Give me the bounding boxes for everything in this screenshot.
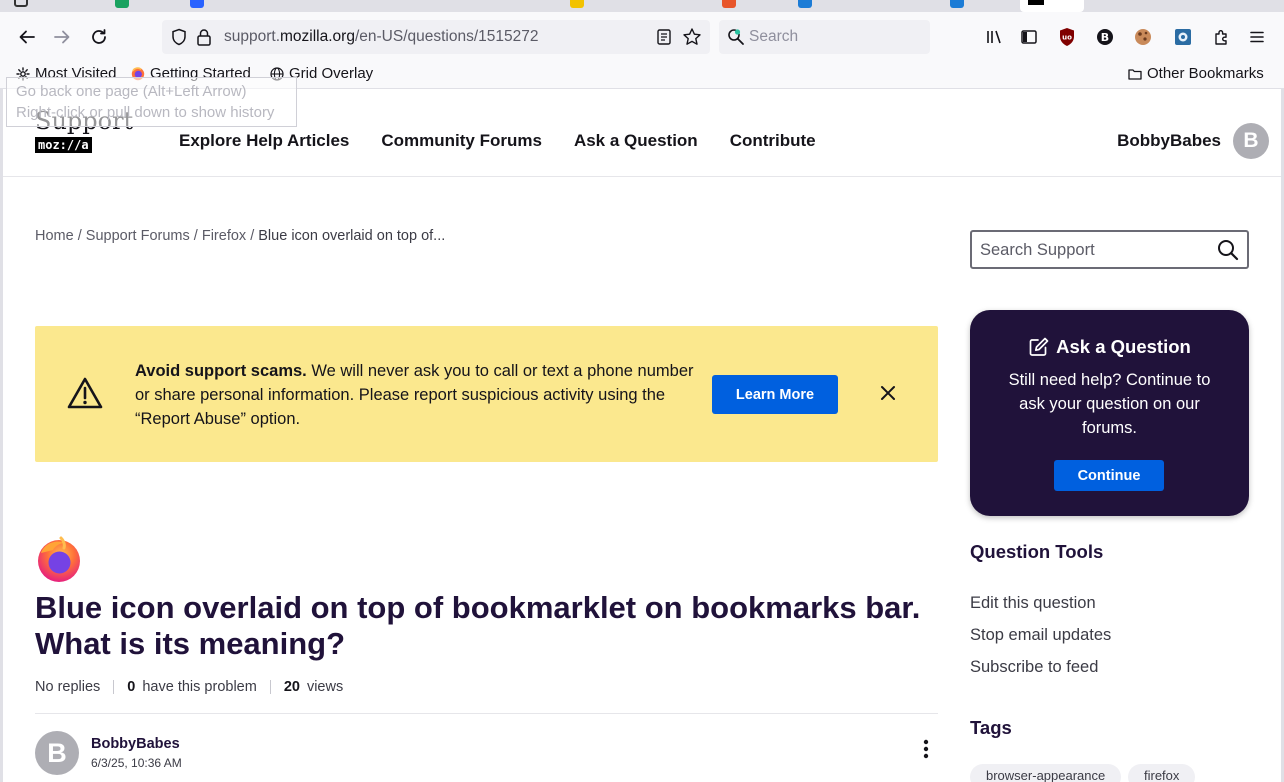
username[interactable]: BobbyBabes [1117,131,1221,151]
edit-pencil-icon [1029,337,1049,356]
question-meta: No replies 0 have this problem 20 views [35,679,343,695]
breadcrumb: Home / Support Forums / Firefox / Blue i… [35,228,446,244]
breadcrumb-firefox[interactable]: Firefox [202,228,246,244]
problem-count: 0 [127,679,136,695]
active-tab[interactable] [1020,0,1084,12]
question-title: Blue icon overlaid on top of bookmarklet… [35,590,921,661]
back-button-tooltip: Go back one page (Alt+Left Arrow) Right-… [6,77,297,127]
lock-icon[interactable] [196,28,212,46]
breadcrumb-support-forums[interactable]: Support Forums [86,228,190,244]
nav-explore-help-articles[interactable]: Explore Help Articles [179,131,349,151]
kebab-menu-icon [923,739,929,759]
browser-search-bar[interactable] [719,20,930,54]
tab-favicon[interactable] [950,0,964,8]
browser-search-input[interactable] [749,26,919,48]
folder-icon [1128,68,1142,80]
user-menu[interactable]: BobbyBabes B [1117,123,1269,159]
extensions-puzzle-icon[interactable] [1210,26,1232,48]
arrow-left-icon [19,30,35,44]
views-count: 20 [283,679,300,695]
tab-favicon[interactable] [570,0,584,8]
ask-card-header: Ask a Question [970,336,1249,358]
post-date: 6/3/25, 10:36 AM [91,756,182,770]
back-button[interactable] [12,22,42,52]
avatar[interactable]: B [1233,123,1269,159]
question-tools-title: Question Tools [970,541,1104,562]
edit-question-link[interactable]: Edit this question [970,594,1096,613]
tab-favicon[interactable] [722,0,736,8]
tab-favicon[interactable] [190,0,204,8]
banner-message: Avoid support scams. We will never ask y… [135,362,694,428]
search-icon [728,29,744,45]
problem-label: have this problem [142,679,257,695]
ask-card-title: Ask a Question [1056,336,1191,357]
bookmark-star-icon[interactable] [682,27,702,47]
tag-firefox[interactable]: firefox [1128,764,1196,782]
screenshot-extension-icon[interactable] [1172,26,1194,48]
learn-more-button[interactable]: Learn More [712,375,838,414]
views-label: views [306,679,344,695]
url-text[interactable]: support.mozilla.org/en-US/questions/1515… [224,28,539,46]
support-search-box[interactable] [970,230,1249,269]
address-bar[interactable]: support.mozilla.org/en-US/questions/1515… [162,20,710,54]
arrow-right-icon [54,30,70,44]
nav-community-forums[interactable]: Community Forums [381,131,542,151]
extension-b-icon[interactable]: B [1094,26,1116,48]
stop-email-updates-link[interactable]: Stop email updates [970,626,1111,645]
divider [35,713,938,714]
breadcrumb-home[interactable]: Home [35,228,74,244]
ask-card-text: Still need help? Continue to ask your qu… [1008,371,1211,437]
scam-warning-banner: Avoid support scams. We will never ask y… [35,326,938,462]
banner-close-button[interactable] [878,383,898,403]
shield-icon[interactable] [170,28,188,46]
replies-count: No replies [35,679,101,695]
mozilla-wordmark: moz://a [35,137,92,153]
post-author-name[interactable]: BobbyBabes [91,736,180,752]
other-bookmarks[interactable]: Other Bookmarks [1128,65,1264,82]
support-search-input[interactable] [980,238,1210,262]
main-navigation: Explore Help Articles Community Forums A… [179,131,816,151]
firefox-product-icon [38,536,80,582]
menu-hamburger-icon[interactable] [1246,26,1268,48]
tab-strip [0,0,1284,12]
reload-icon [92,29,106,44]
cookie-extension-icon[interactable] [1132,26,1154,48]
tags-title: Tags [970,717,1012,738]
tab-favicon[interactable] [798,0,812,8]
tab-favicon[interactable] [115,0,129,8]
reload-button[interactable] [84,22,114,52]
navigation-toolbar: support.mozilla.org/en-US/questions/1515… [0,12,1284,62]
warning-triangle-icon [67,377,103,409]
ask-question-card: Ask a Question Still need help? Continue… [970,310,1249,516]
svg-text:uo: uo [1062,34,1072,42]
reader-view-icon[interactable] [656,28,672,46]
meta-divider [113,680,115,694]
library-icon[interactable] [983,26,1005,48]
nav-ask-a-question[interactable]: Ask a Question [574,131,698,151]
subscribe-feed-link[interactable]: Subscribe to feed [970,658,1098,677]
post-options-button[interactable] [914,737,938,761]
search-icon[interactable] [1217,239,1239,261]
nav-contribute[interactable]: Contribute [730,131,816,151]
breadcrumb-current: Blue icon overlaid on top of... [258,228,446,244]
continue-button[interactable]: Continue [1054,460,1164,491]
ublock-icon[interactable]: uo [1056,26,1078,48]
sidebar-icon[interactable] [1018,26,1040,48]
meta-divider [269,680,271,694]
post-author-avatar[interactable]: B [35,731,79,775]
tab-list-icon[interactable] [14,0,28,8]
window-border-left [0,89,3,782]
forward-button[interactable] [47,22,77,52]
tag-browser-appearance[interactable]: browser-appearance [970,764,1122,782]
close-icon [881,386,895,400]
svg-text:B: B [1101,31,1109,44]
